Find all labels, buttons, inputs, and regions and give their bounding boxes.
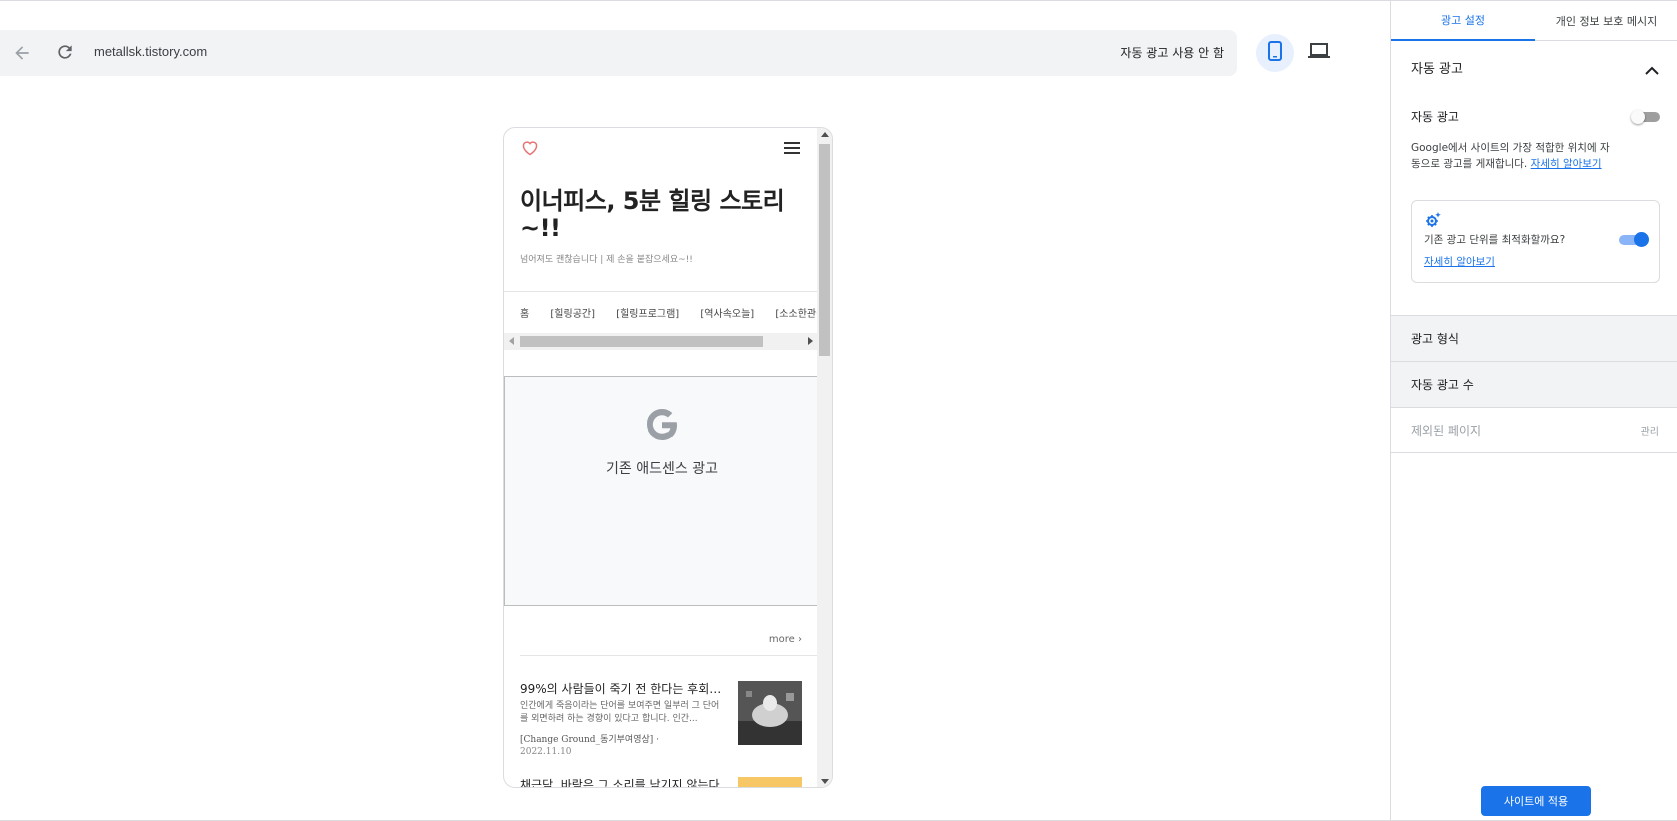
blog-title[interactable]: 이너피스, 5분 힐링 스토리~!! [520,188,810,242]
ad-preview-screen: metallsk.tistory.com 자동 광고 사용 안 함 이너피스, … [0,0,1677,821]
horizontal-scroll-thumb[interactable] [520,336,763,347]
post-category[interactable]: [Change Ground_동기부여영상] · [520,732,659,745]
nav-item-home[interactable]: 홈 [520,309,529,320]
toggle-knob [1631,110,1645,124]
preview-url: metallsk.tistory.com [94,44,208,59]
tab-privacy-messages[interactable]: 개인 정보 보호 메시지 [1535,1,1677,41]
ad-format-section[interactable]: 광고 형식 [1391,315,1677,361]
auto-ads-status-label: 자동 광고 사용 안 함 [1120,46,1224,60]
vertical-scroll-thumb[interactable] [819,144,830,356]
post-title[interactable]: 99%의 사람들이 죽기 전 한다는 후회, ... [520,680,725,697]
existing-adsense-ad-slot: 기존 애드센스 광고 [504,376,818,606]
scroll-right-arrow-icon[interactable] [808,337,813,345]
header-divider [504,291,818,292]
post-title[interactable]: 채근담, 바람은 그 소리를 남기지 않는다 [520,776,725,787]
nav-horizontal-scrollbar[interactable] [504,333,818,350]
reload-icon[interactable] [55,42,75,62]
post-thumbnail[interactable] [738,777,802,787]
nav-item-small-interest[interactable]: [소소한관심 [775,309,818,320]
laptop-icon [1308,42,1330,64]
mobile-preview-frame: 이너피스, 5분 힐링 스토리~!! 넘어져도 괜찮습니다 | 제 손을 붙잡으… [503,127,833,788]
excluded-pages-label: 제외된 페이지 [1411,423,1482,438]
manage-excluded-pages-link[interactable]: 관리 [1641,423,1659,438]
chevron-up-icon[interactable] [1645,61,1659,75]
more-link[interactable]: more › [769,634,802,645]
auto-ads-description: Google에서 사이트의 가장 적합한 위치에 자동으로 광고를 게재합니다.… [1411,140,1611,172]
optimize-existing-ads-card: 기존 광고 단위를 최적화할까요? 자세히 알아보기 [1411,200,1660,283]
list-divider [520,655,818,656]
mobile-view-button[interactable] [1256,34,1294,72]
ad-settings-panel: 광고 설정 개인 정보 보호 메시지 자동 광고 자동 광고 Google에서 … [1390,1,1677,820]
post-excerpt: 인간에게 죽음이라는 단어를 보여주면 일부러 그 단어를 외면하려 하는 경향… [520,701,720,724]
desktop-view-button[interactable] [1300,34,1338,72]
apply-to-site-button[interactable]: 사이트에 적용 [1481,786,1591,816]
menu-icon[interactable] [784,140,800,154]
post-date: 2022.11.10 [520,747,572,757]
url-bar: metallsk.tistory.com 자동 광고 사용 안 함 [0,30,1237,76]
auto-ads-toggle-label: 자동 광고 [1411,110,1459,124]
optimize-question: 기존 광고 단위를 최적화할까요? [1424,234,1566,246]
scroll-down-arrow-icon[interactable] [821,779,829,784]
ad-format-label: 광고 형식 [1411,332,1459,346]
preview-area: metallsk.tistory.com 자동 광고 사용 안 함 이너피스, … [0,1,1390,820]
arrow-back-icon[interactable] [12,43,32,63]
preview-page-content: 이너피스, 5분 힐링 스토리~!! 넘어져도 괜찮습니다 | 제 손을 붙잡으… [504,128,818,787]
optimize-learn-more-link[interactable]: 자세히 알아보기 [1424,254,1495,269]
post-thumbnail[interactable] [738,681,802,745]
scroll-left-arrow-icon[interactable] [509,337,514,345]
scroll-up-arrow-icon[interactable] [821,132,829,137]
learn-more-link[interactable]: 자세히 알아보기 [1531,158,1602,170]
google-g-icon [645,408,679,442]
blog-nav: 홈 [힐링공간] [힐링프로그램] [역사속오늘] [소소한관심 [520,305,818,320]
smartphone-icon [1267,41,1283,65]
optimize-toggle[interactable] [1619,232,1649,248]
auto-ad-count-label: 자동 광고 수 [1411,378,1474,392]
auto-ads-section-title[interactable]: 자동 광고 [1411,58,1463,77]
toggle-knob [1634,232,1649,247]
preview-vertical-scrollbar[interactable] [817,128,832,787]
auto-ads-toggle[interactable] [1631,110,1660,124]
settings-tabs: 광고 설정 개인 정보 보호 메시지 [1391,1,1677,41]
nav-item-healing-program[interactable]: [힐링프로그램] [616,309,679,320]
nav-item-healing-space[interactable]: [힐링공간] [550,309,595,320]
tab-ad-settings[interactable]: 광고 설정 [1391,1,1535,41]
ad-slot-label: 기존 애드센스 광고 [606,461,718,477]
auto-ad-count-section[interactable]: 자동 광고 수 [1391,361,1677,407]
excluded-pages-section: 제외된 페이지 관리 [1391,407,1677,453]
nav-item-history-today[interactable]: [역사속오늘] [700,309,754,320]
heart-icon[interactable] [521,140,539,156]
optimize-gear-sparkle-icon [1424,211,1442,229]
blog-subtitle: 넘어져도 괜찮습니다 | 제 손을 붙잡으세요~!! [520,255,693,265]
